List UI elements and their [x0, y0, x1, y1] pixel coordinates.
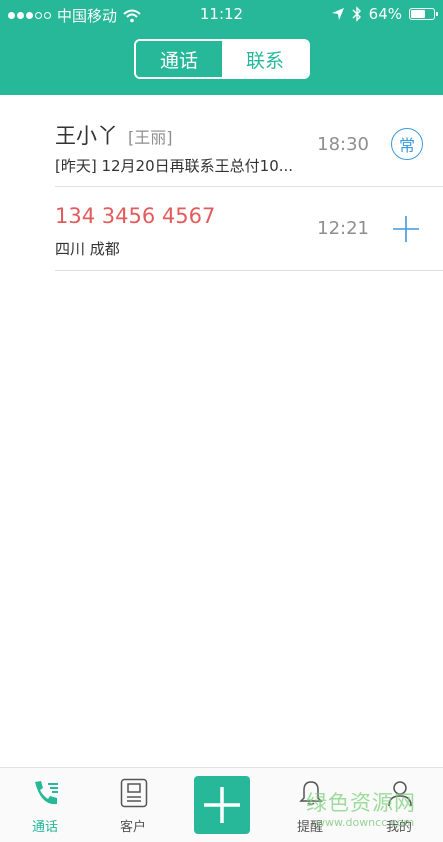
battery-fill — [411, 10, 425, 18]
tab-bar-calls[interactable]: 通话 — [10, 768, 80, 842]
status-bar: 中国移动 11:12 64% — [0, 0, 443, 28]
contact-alias: [王丽] — [128, 128, 173, 147]
app-header: 中国移动 11:12 64% 通话 联系 — [0, 0, 443, 95]
phone-location: 四川 成都 — [55, 240, 120, 258]
battery-icon — [409, 8, 438, 20]
call-list-item[interactable]: 134 3456 4567 四川 成都 12:21 — [55, 187, 443, 271]
tab-calls[interactable]: 通话 — [136, 41, 222, 77]
tab-contacts[interactable]: 联系 — [222, 41, 308, 77]
call-note: [昨天] 12月20日再联系王总付10... — [55, 157, 294, 175]
tab-bar-reminders[interactable]: 提醒 — [275, 768, 345, 842]
tab-bar-profile[interactable]: 我的 — [364, 768, 434, 842]
tab-bar-label: 我的 — [385, 820, 412, 835]
user-icon — [388, 781, 412, 807]
add-button[interactable] — [194, 776, 250, 834]
tab-bar-label: 提醒 — [296, 820, 323, 835]
bluetooth-icon — [352, 6, 361, 22]
call-time: 18:30 — [317, 134, 369, 155]
status-right: 64% — [331, 5, 438, 23]
battery-percent: 64% — [368, 5, 402, 23]
contact-card-icon — [120, 778, 148, 808]
frequent-badge[interactable]: 常 — [391, 128, 423, 160]
plus-icon — [204, 787, 240, 823]
location-arrow-icon — [331, 8, 344, 20]
call-contact-switch: 通话 联系 — [134, 39, 310, 79]
call-list-item[interactable]: 王小丫 [王丽] [昨天] 12月20日再联系王总付10... 18:30 常 — [55, 96, 443, 187]
tab-bar-label: 通话 — [31, 820, 58, 835]
call-time: 12:21 — [317, 218, 369, 239]
phone-list-icon — [35, 781, 58, 805]
add-contact-icon[interactable] — [391, 214, 421, 244]
tab-bar-label: 客户 — [119, 820, 146, 835]
bell-icon — [299, 781, 323, 806]
contact-name: 王小丫 [王丽] — [55, 120, 173, 150]
phone-number: 134 3456 4567 — [55, 204, 216, 228]
tab-bar-customers[interactable]: 客户 — [98, 768, 168, 842]
contact-name-text: 王小丫 — [55, 124, 118, 148]
bottom-tab-bar: 通话 客户 提醒 我的 — [0, 767, 443, 842]
